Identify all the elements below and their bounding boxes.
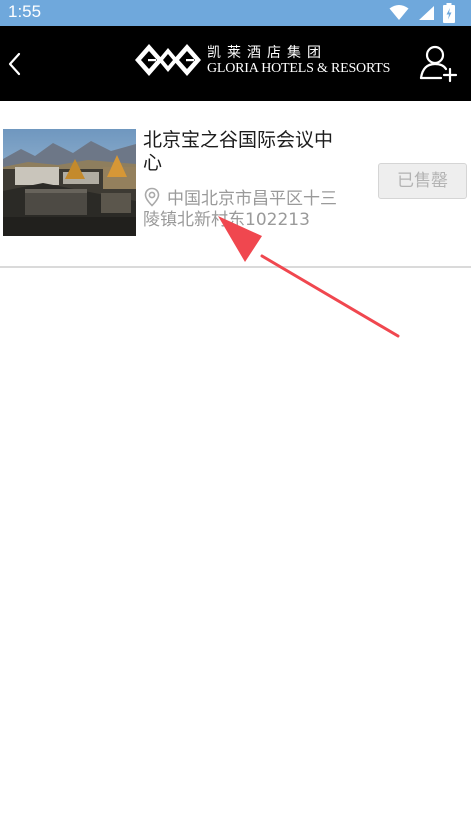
gloria-logo: 凯莱酒店集团 GLORIA HOTELS & RESORTS [135,40,390,88]
wifi-icon [389,5,409,20]
back-button[interactable] [2,44,34,84]
chevron-left-icon [8,52,21,76]
user-add-button[interactable] [419,42,459,84]
status-time: 1:55 [8,2,42,21]
hotel-address: 中国北京市昌平区十三陵镇北新村东102213 [143,187,343,231]
battery-charging-icon [443,3,455,23]
hotel-name[interactable]: 北京宝之谷国际会议中心 [143,129,343,175]
user-add-icon [419,45,458,83]
hotel-list-item[interactable]: 北京宝之谷国际会议中心 中国北京市昌平区十三陵镇北新村东102213 已售罄 [0,101,471,268]
cell-signal-icon [419,6,434,20]
logo-chinese-text: 凯莱酒店集团 [207,45,327,61]
hotel-photo [3,129,136,236]
status-bar: 1:55 [0,0,471,26]
hotel-address-text: 中国北京市昌平区十三陵镇北新村东102213 [143,189,337,230]
status-icons [389,3,455,23]
logo-english-text: GLORIA HOTELS & RESORTS [207,61,391,76]
gloria-logo-mark [135,44,201,76]
app-header: 凯莱酒店集团 GLORIA HOTELS & RESORTS [0,26,471,101]
sold-out-button[interactable]: 已售罄 [378,163,467,199]
location-pin-icon [144,187,160,207]
